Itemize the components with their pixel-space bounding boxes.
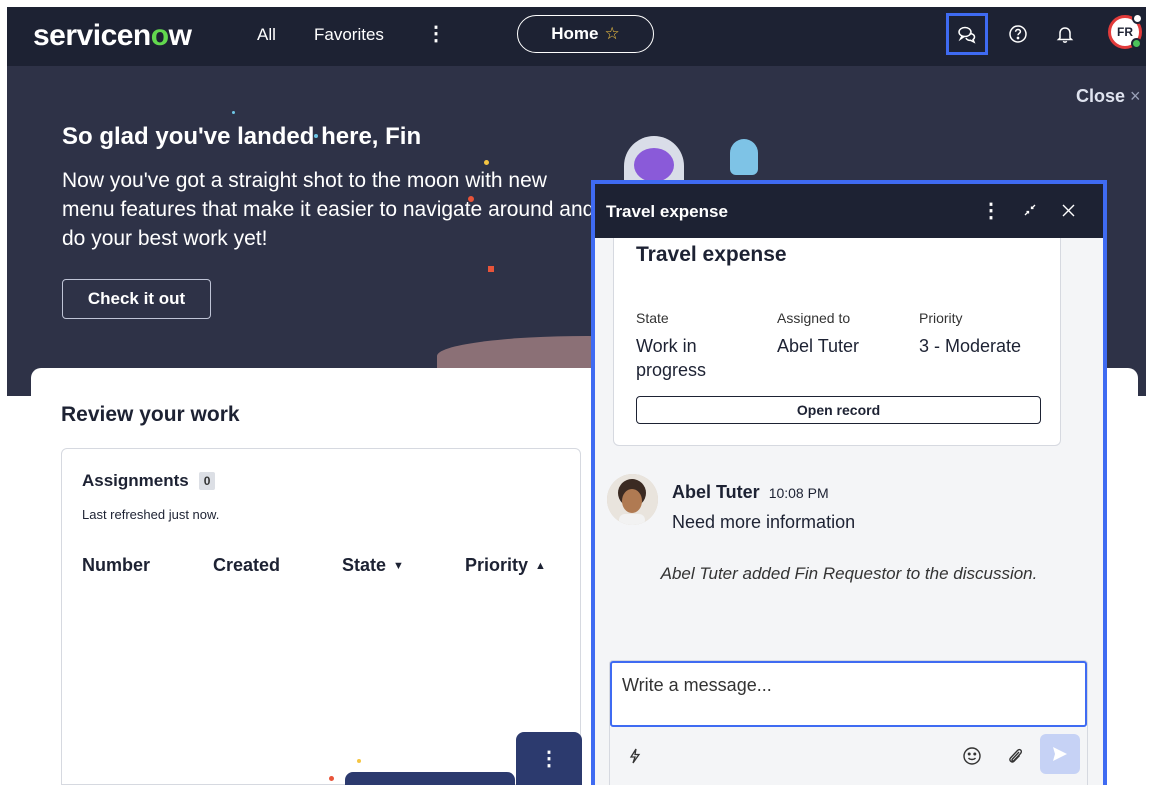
decorative-star xyxy=(232,111,235,114)
message-timestamp: 10:08 PM xyxy=(768,485,829,501)
brand-prefix: servicen xyxy=(33,19,151,52)
conversation-header: Travel expense ⋮ xyxy=(595,184,1103,238)
column-header-label: State xyxy=(342,555,387,575)
system-message: Abel Tuter added Fin Requestor to the di… xyxy=(660,564,1038,583)
quick-actions-button[interactable] xyxy=(620,741,650,771)
brand-suffix: w xyxy=(168,19,192,52)
send-button[interactable] xyxy=(1040,734,1080,774)
emoji-button[interactable] xyxy=(957,741,987,771)
column-header-label: Number xyxy=(82,555,151,575)
lightning-icon xyxy=(629,748,641,764)
field-value: Work in progress xyxy=(636,336,707,380)
astronaut-helmet-illustration xyxy=(624,136,684,186)
astronaut-glove-illustration xyxy=(730,139,758,175)
last-refreshed-text: Last refreshed just now. xyxy=(82,507,220,522)
conversation-panel: Travel expense State Work in progress As… xyxy=(591,180,1107,785)
close-panel-button[interactable] xyxy=(1054,196,1082,224)
assignments-label: Assignments xyxy=(82,471,189,490)
servicenow-logo[interactable]: servicenow xyxy=(33,19,192,53)
assignments-header: Assignments 0 xyxy=(82,471,216,491)
column-header-priority[interactable]: Priority ▲ xyxy=(465,555,546,576)
user-avatar-initials: FR xyxy=(1117,25,1133,39)
online-status-icon xyxy=(1131,38,1142,49)
minimize-icon xyxy=(1024,204,1036,216)
decorative-dot xyxy=(329,776,334,781)
field-priority: Priority 3 - Moderate xyxy=(919,310,1059,358)
sort-ascending-icon: ▲ xyxy=(535,559,546,572)
nav-more-menu[interactable]: ⋮ xyxy=(426,21,446,46)
open-record-button[interactable]: Open record xyxy=(636,396,1041,424)
minimize-button[interactable] xyxy=(1016,196,1044,224)
check-it-out-button[interactable]: Check it out xyxy=(62,279,211,319)
column-header-state[interactable]: State ▼ xyxy=(342,555,404,576)
send-icon xyxy=(1053,747,1067,761)
column-header-number[interactable]: Number xyxy=(82,555,150,576)
field-value: Abel Tuter xyxy=(777,336,860,356)
paperclip-icon xyxy=(1009,748,1023,763)
brand-o-mark: o xyxy=(150,19,169,52)
user-avatar[interactable]: FR xyxy=(1108,13,1143,49)
assignments-count-badge: 0 xyxy=(198,472,216,490)
message-input[interactable] xyxy=(610,661,1087,727)
author-avatar xyxy=(607,474,658,525)
field-value: 3 - Moderate xyxy=(919,336,1022,356)
column-header-label: Created xyxy=(213,555,281,575)
conversation-title: Travel expense xyxy=(606,202,728,221)
field-label: Priority xyxy=(919,310,963,326)
more-options-icon[interactable]: ⋮ xyxy=(977,196,1005,224)
banner-title: So glad you've landed here, Fin xyxy=(62,123,422,150)
home-button[interactable]: Home ☆ xyxy=(517,15,654,53)
chat-button[interactable] xyxy=(946,13,988,55)
astronaut-visor-illustration xyxy=(634,148,674,182)
close-icon: × xyxy=(1130,86,1141,106)
floating-more-button[interactable]: ⋮ xyxy=(516,732,582,785)
message-body: Need more information xyxy=(672,512,856,532)
message-author: Abel Tuter xyxy=(672,482,760,502)
record-card: Travel expense State Work in progress As… xyxy=(613,230,1061,446)
banner-description: Now you've got a straight shot to the mo… xyxy=(62,169,595,250)
home-label: Home xyxy=(551,24,599,43)
decorative-star xyxy=(484,160,489,165)
emoji-icon xyxy=(963,747,981,765)
close-banner-label: Close xyxy=(1076,86,1126,106)
field-label: State xyxy=(636,310,669,326)
sort-descending-icon: ▼ xyxy=(393,559,404,572)
help-icon xyxy=(1009,25,1027,43)
assignments-card: Assignments 0 Last refreshed just now. N… xyxy=(61,448,581,785)
attach-button[interactable] xyxy=(1000,741,1030,771)
star-icon[interactable]: ☆ xyxy=(604,24,619,44)
top-navigation: servicenow All Favorites ⋮ Home ☆ FR xyxy=(7,7,1146,66)
field-assigned-to: Assigned to Abel Tuter xyxy=(777,310,907,358)
column-header-label: Priority xyxy=(465,555,529,575)
decorative-dot xyxy=(357,759,361,763)
nav-all-menu[interactable]: All xyxy=(257,25,276,45)
chat-icon xyxy=(958,26,976,44)
composer-toolbar xyxy=(610,727,1087,785)
column-header-created[interactable]: Created xyxy=(213,555,280,576)
close-icon xyxy=(1062,204,1074,216)
message-composer xyxy=(609,660,1088,785)
avatar-status-icon xyxy=(1132,13,1143,24)
field-label: Assigned to xyxy=(777,310,851,326)
person-avatar-image xyxy=(607,474,658,525)
record-title: Travel expense xyxy=(636,243,787,266)
bell-icon xyxy=(1056,27,1074,44)
nav-favorites-menu[interactable]: Favorites xyxy=(314,25,384,45)
section-title: Review your work xyxy=(61,403,240,426)
close-banner-button[interactable]: Close × xyxy=(1076,86,1141,107)
field-state: State Work in progress xyxy=(636,310,746,382)
floating-panel-illustration xyxy=(345,772,515,785)
message-author-line: Abel Tuter 10:08 PM xyxy=(672,482,829,503)
help-button[interactable] xyxy=(997,13,1039,55)
notifications-button[interactable] xyxy=(1044,13,1086,55)
decorative-star xyxy=(488,266,494,272)
